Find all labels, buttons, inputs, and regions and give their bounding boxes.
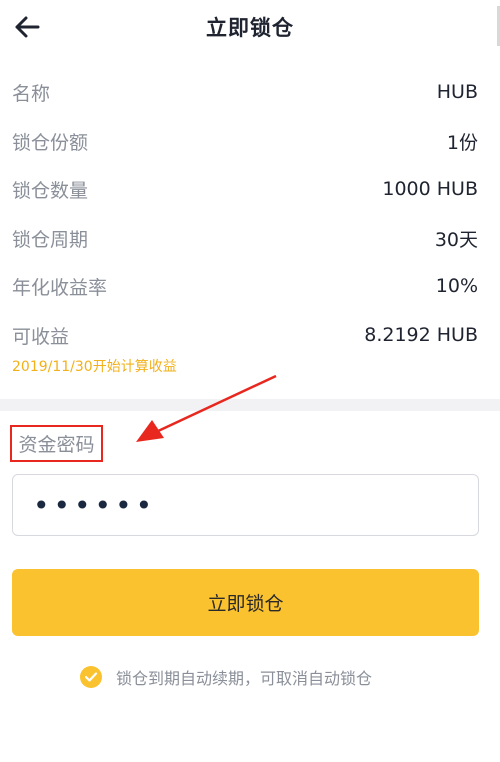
detail-value: 10%: [435, 275, 478, 297]
auto-renew-toggle[interactable]: 锁仓到期自动续期，可取消自动锁仓: [80, 664, 372, 690]
detail-value: HUB: [436, 81, 478, 103]
detail-value: 1000 HUB: [382, 178, 478, 200]
check-circle-icon: [80, 666, 102, 688]
detail-value: 30天: [434, 228, 478, 251]
detail-row-amount: 锁仓数量 1000 HUB: [12, 174, 478, 204]
auto-renew-text: 锁仓到期自动续期，可取消自动锁仓: [116, 669, 373, 688]
detail-label: 可收益: [12, 325, 70, 348]
header-bar: 立即锁仓: [0, 0, 500, 56]
lock-now-button[interactable]: 立即锁仓: [12, 569, 479, 636]
detail-label: 锁仓周期: [12, 228, 89, 251]
page-title: 立即锁仓: [206, 16, 294, 40]
detail-label: 锁仓份额: [12, 131, 89, 154]
detail-value: 1份: [446, 131, 478, 154]
detail-label: 名称: [12, 82, 51, 105]
detail-row-shares: 锁仓份额 1份: [12, 126, 478, 156]
detail-row-period: 锁仓周期 30天: [12, 223, 478, 253]
password-label-highlight: 资金密码: [10, 425, 103, 462]
detail-row-rate: 年化收益率 10%: [12, 271, 478, 301]
detail-label: 年化收益率: [12, 276, 108, 299]
fund-password-input[interactable]: [12, 474, 479, 536]
detail-row-earnings: 可收益 8.2192 HUB: [12, 320, 478, 350]
detail-label: 锁仓数量: [12, 179, 89, 202]
annotation-arrow: [136, 374, 277, 442]
detail-row-name: 名称 HUB: [12, 77, 478, 107]
detail-value: 8.2192 HUB: [364, 324, 478, 346]
password-label: 资金密码: [18, 434, 95, 456]
